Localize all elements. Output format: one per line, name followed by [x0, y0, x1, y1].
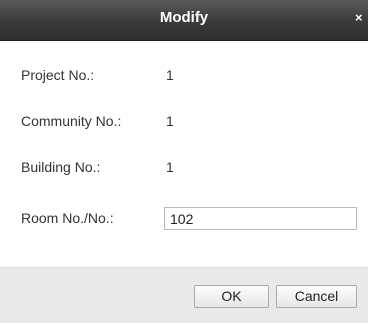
project-no-label: Project No.:: [21, 67, 95, 83]
building-no-value: 1: [166, 159, 174, 175]
room-no-label: Room No./No.:: [21, 210, 114, 226]
dialog-titlebar[interactable]: Modify ×: [0, 0, 368, 41]
community-no-label: Community No.:: [21, 113, 122, 129]
dialog-footer: OK Cancel: [0, 267, 368, 323]
close-icon[interactable]: ×: [355, 11, 365, 24]
ok-button[interactable]: OK: [194, 285, 269, 308]
modify-dialog: Modify × Project No.: 1 Community No.: 1…: [0, 0, 368, 323]
dialog-title: Modify: [159, 9, 209, 26]
community-no-value: 1: [166, 113, 174, 129]
cancel-button[interactable]: Cancel: [276, 285, 357, 308]
project-no-value: 1: [166, 67, 174, 83]
room-no-input[interactable]: [164, 207, 357, 230]
building-no-label: Building No.:: [21, 159, 101, 175]
